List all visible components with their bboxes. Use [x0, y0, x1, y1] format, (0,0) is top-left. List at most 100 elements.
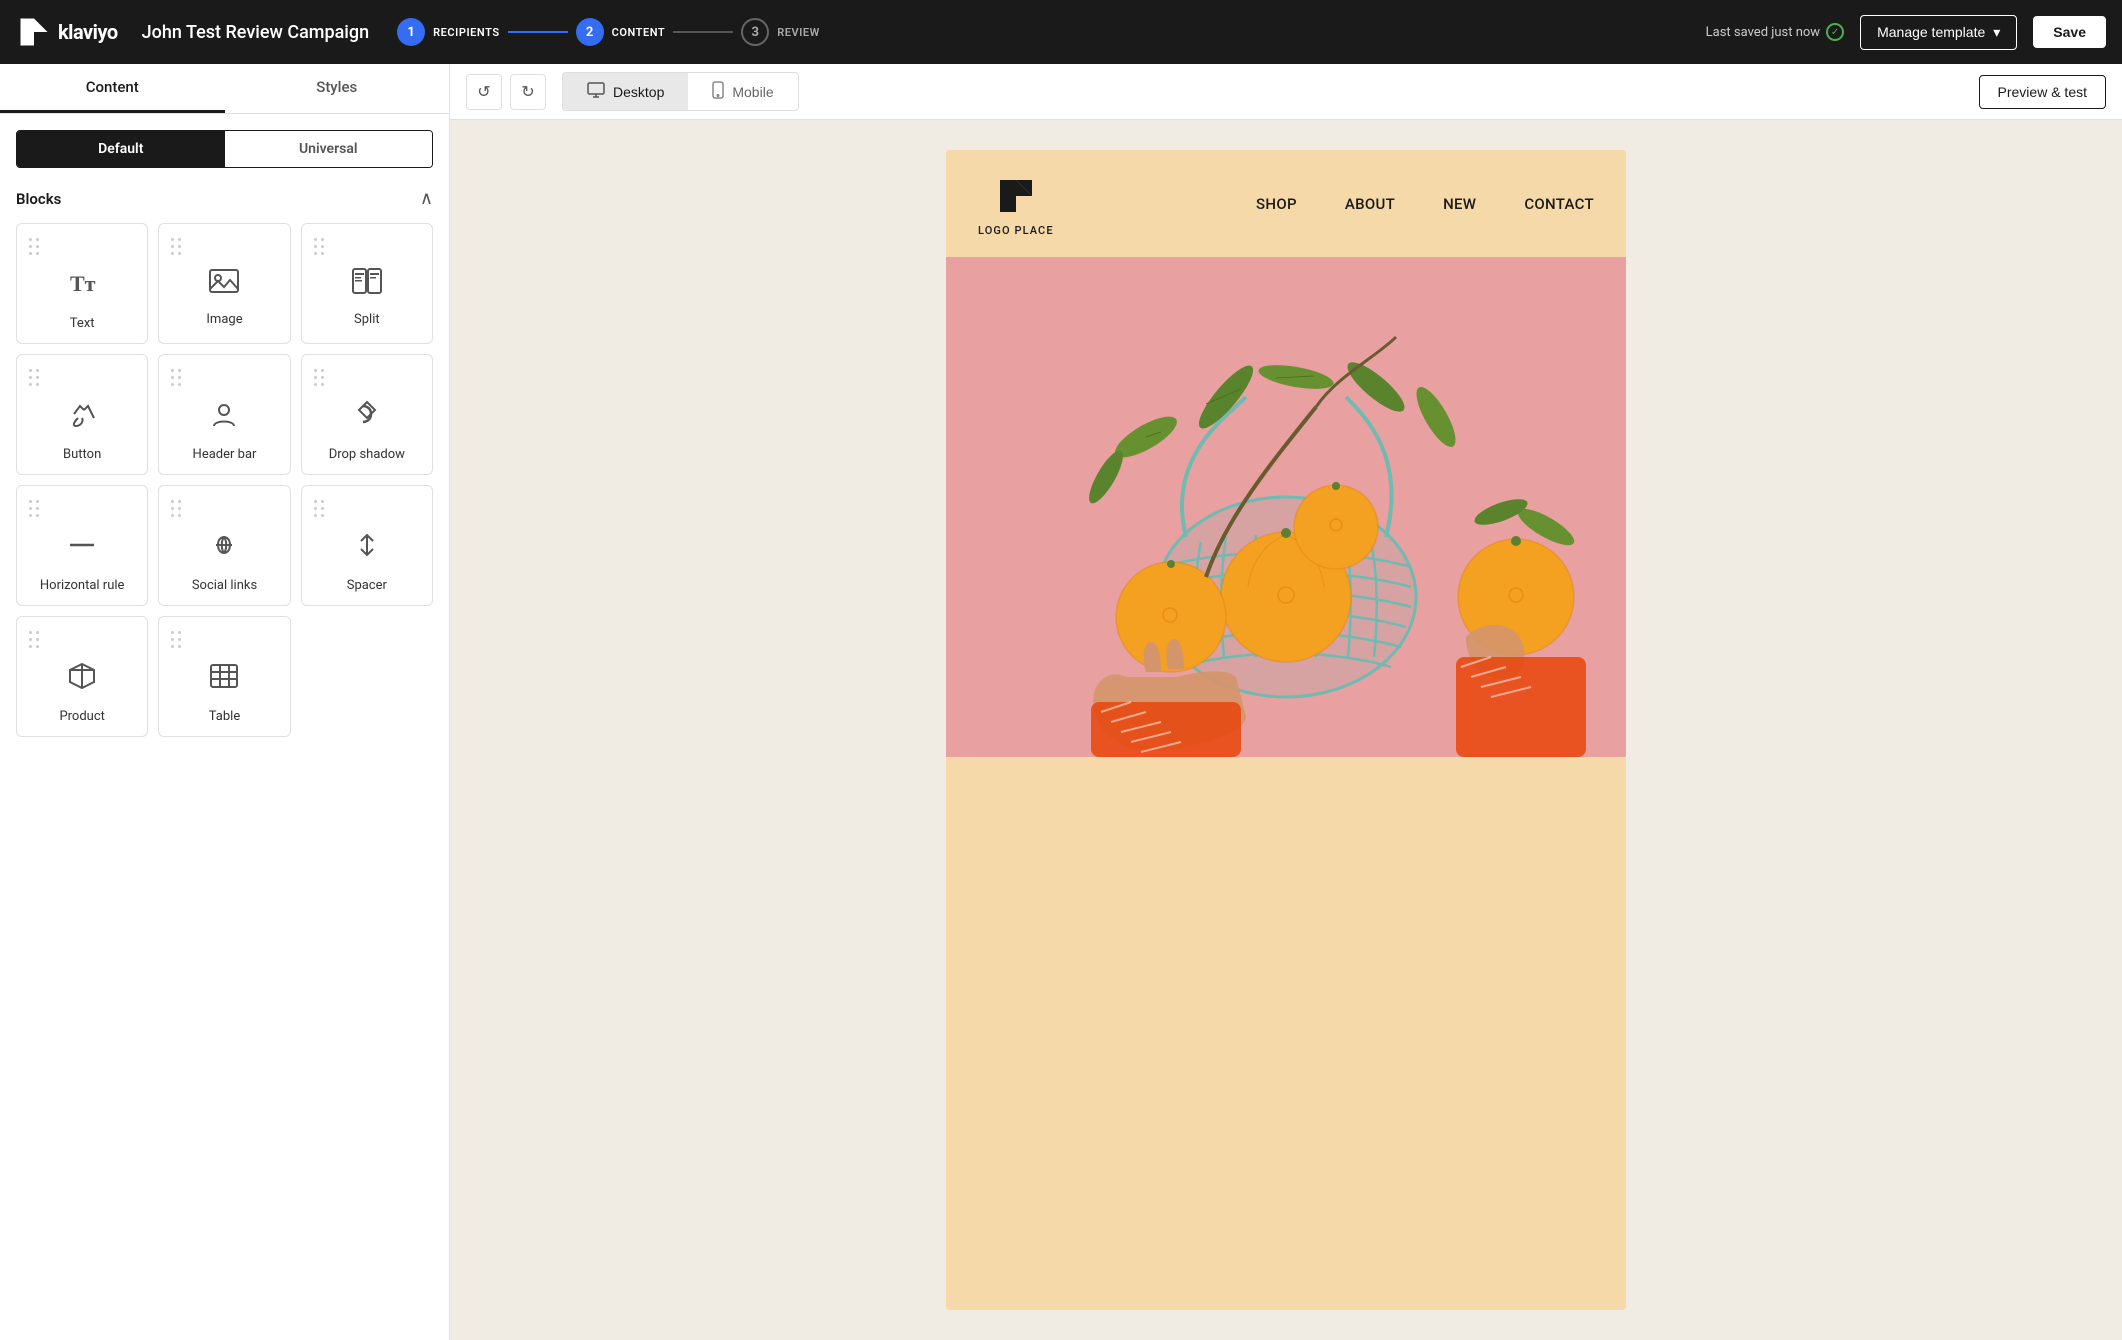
manage-template-button[interactable]: Manage template ▾ [1860, 15, 2017, 50]
block-drop-shadow-label: Drop shadow [329, 447, 405, 462]
logo-area: klaviyo [16, 14, 118, 50]
step-connector-1 [508, 31, 568, 33]
step-3-label: REVIEW [777, 26, 820, 39]
horizontal-rule-block-icon [66, 529, 98, 568]
block-table[interactable]: Table [158, 616, 290, 737]
blocks-header: Blocks ∧ [16, 188, 433, 209]
svg-text:Tт: Tт [70, 271, 96, 296]
step-2[interactable]: 2 CONTENT [576, 18, 666, 46]
save-status: Last saved just now ✓ [1706, 23, 1844, 41]
step-3[interactable]: 3 REVIEW [741, 18, 820, 46]
block-horizontal-rule-label: Horizontal rule [40, 578, 125, 593]
block-image[interactable]: Image [158, 223, 290, 344]
right-area: ↺ ↻ Desktop [450, 64, 2122, 1340]
view-mode-toggle: Default Universal [16, 130, 433, 168]
klaviyo-name: klaviyo [58, 20, 118, 44]
text-block-icon: Tт [66, 267, 98, 306]
block-split[interactable]: Split [301, 223, 433, 344]
email-logo: LOGO PLACE [978, 170, 1054, 237]
undo-icon: ↺ [477, 82, 490, 102]
stepper: 1 RECIPIENTS 2 CONTENT 3 REVIEW [397, 18, 820, 46]
drag-handle-horizontal-rule [29, 500, 41, 519]
block-spacer-label: Spacer [347, 578, 387, 593]
drag-handle-drop-shadow [314, 369, 326, 388]
email-canvas: LOGO PLACE SHOP ABOUT NEW CONTACT [946, 150, 1626, 1310]
block-table-label: Table [209, 709, 240, 724]
email-nav-new: NEW [1443, 195, 1476, 213]
email-logo-icon [990, 170, 1042, 222]
blocks-grid: Tт Text [16, 223, 433, 737]
drag-handle-image [171, 238, 183, 257]
fruit-illustration [946, 257, 1626, 757]
block-drop-shadow[interactable]: Drop shadow [301, 354, 433, 475]
block-horizontal-rule[interactable]: Horizontal rule [16, 485, 148, 606]
desktop-view-button[interactable]: Desktop [563, 73, 688, 110]
blocks-title: Blocks [16, 190, 61, 208]
default-view-button[interactable]: Default [17, 131, 225, 167]
desktop-icon [587, 82, 605, 101]
main-layout: Content Styles Default Universal Blocks … [0, 64, 2122, 1340]
button-block-icon [66, 398, 98, 437]
email-nav-about: ABOUT [1345, 195, 1395, 213]
email-nav: SHOP ABOUT NEW CONTACT [1256, 195, 1594, 213]
drag-handle-spacer [314, 500, 326, 519]
blocks-collapse-icon[interactable]: ∧ [420, 188, 433, 209]
step-1[interactable]: 1 RECIPIENTS [397, 18, 500, 46]
drag-handle-text [29, 238, 41, 257]
email-nav-contact: CONTACT [1524, 195, 1594, 213]
block-header-bar[interactable]: Header bar [158, 354, 290, 475]
mobile-icon [712, 81, 724, 102]
save-button[interactable]: Save [2033, 16, 2106, 48]
email-nav-shop: SHOP [1256, 195, 1297, 213]
block-button[interactable]: Button [16, 354, 148, 475]
campaign-title: John Test Review Campaign [142, 22, 369, 43]
drag-handle-table [171, 631, 183, 650]
block-social-links-label: Social links [192, 578, 257, 593]
block-button-label: Button [63, 447, 101, 462]
email-footer-space [946, 757, 1626, 777]
spacer-block-icon [351, 529, 383, 568]
step-connector-2 [673, 31, 733, 33]
email-header: LOGO PLACE SHOP ABOUT NEW CONTACT [946, 150, 1626, 257]
block-split-label: Split [354, 312, 380, 327]
table-block-icon [208, 660, 240, 699]
product-block-icon [66, 660, 98, 699]
left-panel-body: Default Universal Blocks ∧ [0, 114, 449, 1340]
mobile-view-button[interactable]: Mobile [688, 73, 797, 110]
step-2-circle: 2 [576, 18, 604, 46]
universal-view-button[interactable]: Universal [225, 131, 433, 167]
drag-handle-button [29, 369, 41, 388]
step-1-circle: 1 [397, 18, 425, 46]
block-product[interactable]: Product [16, 616, 148, 737]
redo-icon: ↻ [521, 82, 534, 102]
step-3-circle: 3 [741, 18, 769, 46]
tab-content[interactable]: Content [0, 64, 225, 113]
drag-handle-split [314, 238, 326, 257]
save-check-icon: ✓ [1826, 23, 1844, 41]
klaviyo-logo: klaviyo [16, 14, 118, 50]
block-social-links[interactable]: Social links [158, 485, 290, 606]
split-block-icon [351, 267, 383, 302]
block-product-label: Product [59, 709, 104, 724]
block-text[interactable]: Tт Text [16, 223, 148, 344]
redo-button[interactable]: ↻ [510, 74, 546, 110]
left-panel-tabs: Content Styles [0, 64, 449, 114]
left-panel: Content Styles Default Universal Blocks … [0, 64, 450, 1340]
email-logo-text: LOGO PLACE [978, 224, 1054, 237]
preview-test-button[interactable]: Preview & test [1979, 75, 2106, 109]
social-links-block-icon [208, 529, 240, 568]
tab-styles[interactable]: Styles [225, 64, 450, 113]
right-toolbar: ↺ ↻ Desktop [450, 64, 2122, 120]
block-header-bar-label: Header bar [193, 447, 257, 462]
block-text-label: Text [70, 316, 95, 331]
undo-button[interactable]: ↺ [466, 74, 502, 110]
drag-handle-product [29, 631, 41, 650]
canvas-area: LOGO PLACE SHOP ABOUT NEW CONTACT [450, 120, 2122, 1340]
email-hero-image [946, 257, 1626, 757]
drop-shadow-block-icon [351, 398, 383, 437]
header-bar-block-icon [208, 398, 240, 437]
drag-handle-header-bar [171, 369, 183, 388]
drag-handle-social-links [171, 500, 183, 519]
device-view-toggle: Desktop Mobile [562, 72, 799, 111]
block-spacer[interactable]: Spacer [301, 485, 433, 606]
